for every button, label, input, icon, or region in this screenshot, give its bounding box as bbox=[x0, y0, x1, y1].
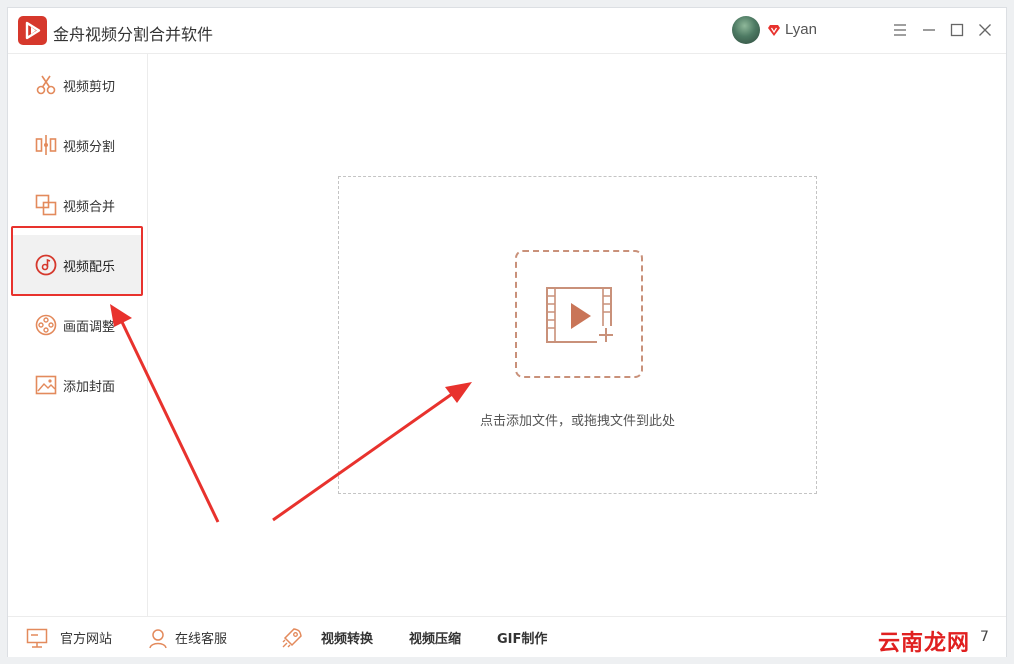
split-icon bbox=[35, 135, 57, 155]
sidebar-item-label: 视频剪切 bbox=[63, 80, 116, 95]
maximize-icon[interactable] bbox=[947, 20, 967, 40]
close-icon[interactable] bbox=[975, 20, 995, 40]
title-bar: 金舟视频分割合并软件 Lyan bbox=[8, 8, 1006, 54]
sidebar: 视频剪切 视频分割 视频合并 视频配乐 画面调整 添加封面 bbox=[8, 54, 148, 616]
merge-icon bbox=[35, 194, 57, 216]
app-logo-icon bbox=[18, 16, 47, 45]
bottom-bar: 官方网站 在线客服 视频转换 视频压缩 GIF制作 云南龙网 7 bbox=[8, 616, 1006, 657]
scissors-icon bbox=[36, 75, 56, 95]
online-support-link[interactable]: 在线客服 bbox=[175, 628, 227, 647]
app-window: 金舟视频分割合并软件 Lyan 视频剪切 视频分割 视频合并 视频配乐 画面调整… bbox=[7, 7, 1007, 657]
add-video-icon bbox=[546, 287, 615, 344]
sidebar-item-label: 添加封面 bbox=[63, 380, 116, 395]
version-text: 7 bbox=[980, 629, 989, 645]
video-convert-link[interactable]: 视频转换 bbox=[321, 628, 373, 647]
sidebar-item-label: 视频合并 bbox=[63, 200, 116, 215]
gif-maker-link[interactable]: GIF制作 bbox=[497, 628, 547, 647]
drop-hint-text: 点击添加文件，或拖拽文件到此处 bbox=[479, 414, 675, 429]
sidebar-item-video-split[interactable]: 视频分割 bbox=[12, 115, 142, 175]
user-name[interactable]: Lyan bbox=[785, 21, 817, 38]
menu-icon[interactable] bbox=[890, 20, 910, 40]
film-reel-icon bbox=[35, 314, 57, 336]
add-file-button[interactable] bbox=[515, 250, 643, 378]
video-compress-link[interactable]: 视频压缩 bbox=[409, 628, 461, 647]
file-drop-zone[interactable]: 点击添加文件，或拖拽文件到此处 bbox=[338, 176, 817, 494]
annotation-highlight-box bbox=[11, 226, 143, 296]
monitor-icon bbox=[26, 628, 48, 648]
rocket-icon bbox=[282, 628, 302, 648]
app-title: 金舟视频分割合并软件 bbox=[53, 25, 214, 44]
vip-diamond-icon bbox=[768, 25, 780, 36]
sidebar-item-add-cover[interactable]: 添加封面 bbox=[12, 355, 142, 415]
sidebar-item-video-cut[interactable]: 视频剪切 bbox=[12, 55, 142, 115]
customer-service-icon bbox=[149, 629, 167, 649]
minimize-icon[interactable] bbox=[919, 20, 939, 40]
image-icon bbox=[35, 375, 57, 395]
official-website-link[interactable]: 官方网站 bbox=[60, 628, 112, 647]
sidebar-item-picture-adjust[interactable]: 画面调整 bbox=[12, 295, 142, 355]
avatar[interactable] bbox=[732, 16, 760, 44]
sidebar-item-label: 画面调整 bbox=[63, 320, 116, 335]
watermark-logo: 云南龙网 bbox=[878, 631, 971, 656]
sidebar-item-label: 视频分割 bbox=[63, 140, 116, 155]
